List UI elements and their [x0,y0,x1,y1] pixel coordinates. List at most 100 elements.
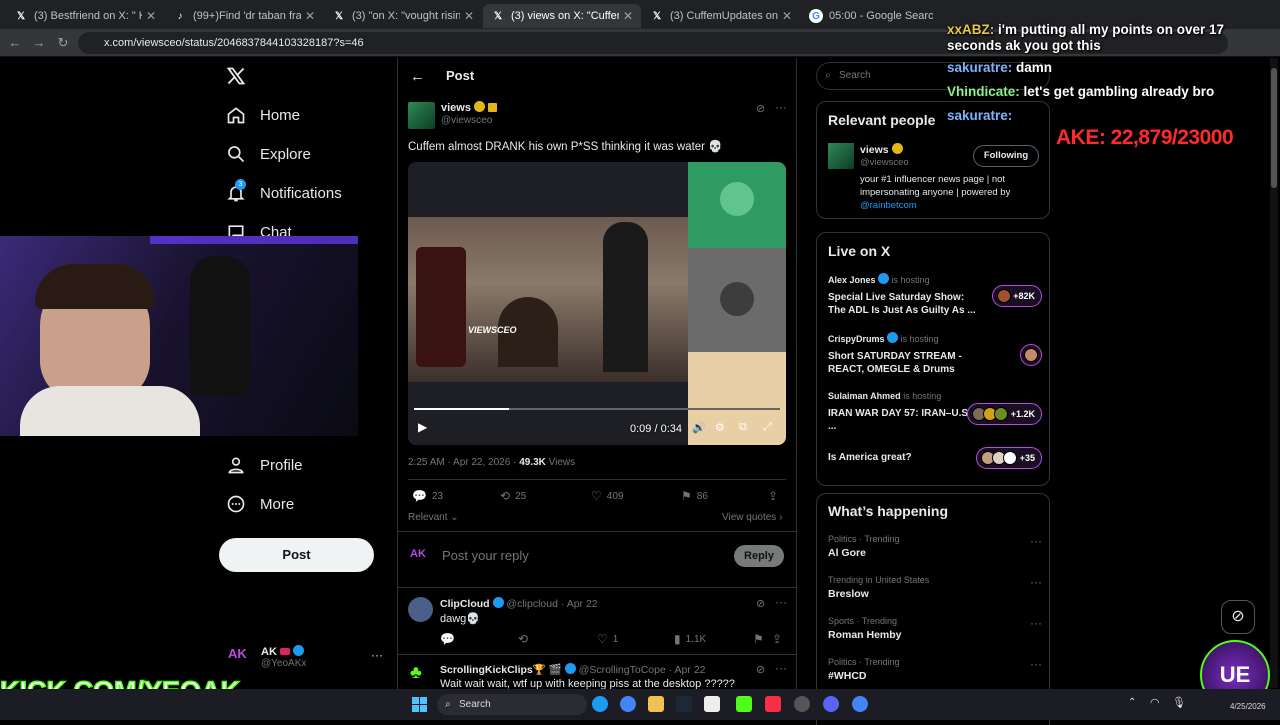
grok-icon[interactable]: ⊘ [756,663,765,676]
post-detail-column: ← Post views @viewsceo ⊘ ··· Cuffem almo… [397,58,797,720]
mannequin-figure [603,222,648,372]
browser-tab[interactable]: 𝕏 (3) Bestfriend on X: " Kick CE ✕ [6,4,164,28]
trend-item[interactable]: Trending in United States Breslow ··· [828,575,1042,600]
music-icon[interactable] [765,696,781,712]
person-handle[interactable]: @viewsceo [860,157,909,168]
tab-title: 05:00 - Google Search [829,10,933,22]
following-button[interactable]: Following [973,145,1039,167]
gear-icon[interactable]: ⚙ [715,421,725,434]
repost-action[interactable]: ⟲ 25 [500,489,526,503]
chrome-icon[interactable] [852,696,868,712]
folder-icon[interactable] [648,696,664,712]
discord-icon[interactable] [823,696,839,712]
home-icon [227,107,245,124]
reply-action[interactable]: 💬 23 [412,489,443,503]
browser-tab[interactable]: 𝕏 (3) "on X: "vought rising (2027) ✕ [324,4,482,28]
share-icon[interactable]: ⇪ [772,632,787,646]
repost-action[interactable]: ⟲ [518,632,533,646]
live-item[interactable]: Alex Jones is hosting Special Live Satur… [828,273,1042,317]
author-name[interactable]: views [441,101,498,114]
tray-chevron-icon[interactable]: ⌃ [1128,697,1136,708]
like-action[interactable]: ♡ 409 [591,489,623,503]
trend-item[interactable]: Politics · Trending #WHCD ··· [828,657,1042,682]
more-dots-icon[interactable]: ··· [775,661,787,675]
grok-icon[interactable]: ⊘ [756,597,765,610]
nav-item-explore[interactable]: Explore [226,144,311,164]
chrome-icon[interactable] [620,696,636,712]
windows-start-icon[interactable] [412,697,427,712]
nav-item-profile[interactable]: Profile [226,455,303,475]
google-logo-icon: G [809,9,823,23]
nav-item-home[interactable]: Home [226,105,300,125]
browser-tab-active[interactable]: 𝕏 (3) views on X: "Cuffem almost ✕ [483,4,641,28]
taskbar-search[interactable]: ⌕ Search [437,694,587,715]
person-name[interactable]: views [860,143,903,156]
wifi-icon[interactable]: ◠ [1150,696,1160,709]
more-dots-icon[interactable]: ··· [775,595,787,609]
bookmark-icon[interactable]: ⚑ [753,632,769,646]
browser-tab[interactable]: ♪ (99+)Find 'dr taban frank tufan ✕ [165,4,323,28]
capcut-icon[interactable] [704,696,720,712]
more-dots-icon[interactable]: ··· [775,100,787,114]
avatar[interactable]: ♣ [410,662,432,684]
close-icon[interactable]: ✕ [464,9,474,23]
view-quotes-link[interactable]: View quotes › [722,512,782,523]
reload-icon[interactable]: ↻ [54,34,72,52]
close-icon[interactable]: ✕ [623,9,633,23]
account-switcher[interactable]: AK AK @YeoAKx ··· [228,643,398,673]
grok-float-button[interactable]: ⊘ [1221,600,1255,634]
video-player[interactable]: VIEWSCEO ▶ 0:09 / 0:34 🔊 ⚙ ⧉ ⤢ [408,162,786,445]
reply-input[interactable]: Post your reply [442,548,529,563]
video-chat-panel [408,382,688,445]
trend-item[interactable]: Politics · Trending Al Gore ··· [828,534,1042,559]
webcam-overlay [0,236,358,436]
close-icon[interactable]: ✕ [305,9,315,23]
avatar[interactable] [408,597,433,622]
like-action[interactable]: ♡ 1 [597,632,618,646]
chair-shape [416,247,466,367]
nav-item-notifications[interactable]: 3 Notifications [226,179,342,203]
post-button[interactable]: Post [219,538,374,572]
browser-tab[interactable]: G 05:00 - Google Search [801,4,941,28]
reply-action[interactable]: 💬 [440,632,460,646]
author-handle[interactable]: @viewsceo [441,115,492,126]
copilot-icon[interactable] [592,696,608,712]
volume-icon[interactable]: 🔊 [692,421,706,434]
back-arrow-icon[interactable]: ← [410,68,425,85]
x-logo-icon[interactable] [226,66,246,86]
views-action[interactable]: ▮ 1.1K [674,632,706,646]
avatar[interactable] [408,102,435,129]
sort-dropdown[interactable]: Relevant ⌄ [408,512,459,523]
more-dots-icon[interactable]: ··· [371,648,383,662]
live-item[interactable]: Is America great? +35 [828,447,1042,469]
bookmark-action[interactable]: ⚑ 86 [681,489,708,503]
mic-icon[interactable]: 🎙 [1172,696,1186,709]
forward-icon[interactable]: → [30,34,48,52]
grok-icon[interactable]: ⊘ [756,102,765,115]
reply-icon: 💬 [412,489,427,503]
share-icon[interactable]: ⇪ [768,489,783,503]
reply-button[interactable]: Reply [734,545,784,567]
steam-icon[interactable] [676,696,692,712]
divider [398,654,796,655]
fullscreen-icon[interactable]: ⤢ [763,421,772,434]
avatar[interactable] [828,143,854,169]
browser-tab[interactable]: 𝕏 (3) CuffemUpdates on X: "treyl ✕ [642,4,800,28]
back-icon[interactable]: ← [6,34,24,52]
trend-item[interactable]: Sports · Trending Roman Hemby ··· [828,616,1042,641]
live-item[interactable]: CrispyDrums is hosting Short SATURDAY ST… [828,332,1042,376]
kick-icon[interactable] [736,696,752,712]
play-icon[interactable]: ▶ [418,420,427,434]
close-icon[interactable]: ✕ [782,9,792,23]
tiktok-logo-icon: ♪ [177,10,183,22]
scrollbar[interactable] [1270,58,1278,688]
video-progress-bar[interactable] [414,408,780,410]
live-item[interactable]: Sulaiman Ahmed is hosting IRAN WAR DAY 5… [828,391,1042,433]
video-tile [688,162,786,248]
close-icon[interactable]: ✕ [146,9,156,23]
bookmark-icon: ⚑ [681,489,692,503]
nav-item-more[interactable]: More [226,494,294,514]
windows-taskbar: ⌕ Search ⌃ ◠ 🎙 4/25/2026 [0,689,1280,720]
pip-icon[interactable]: ⧉ [739,421,747,434]
app-icon[interactable] [794,696,810,712]
